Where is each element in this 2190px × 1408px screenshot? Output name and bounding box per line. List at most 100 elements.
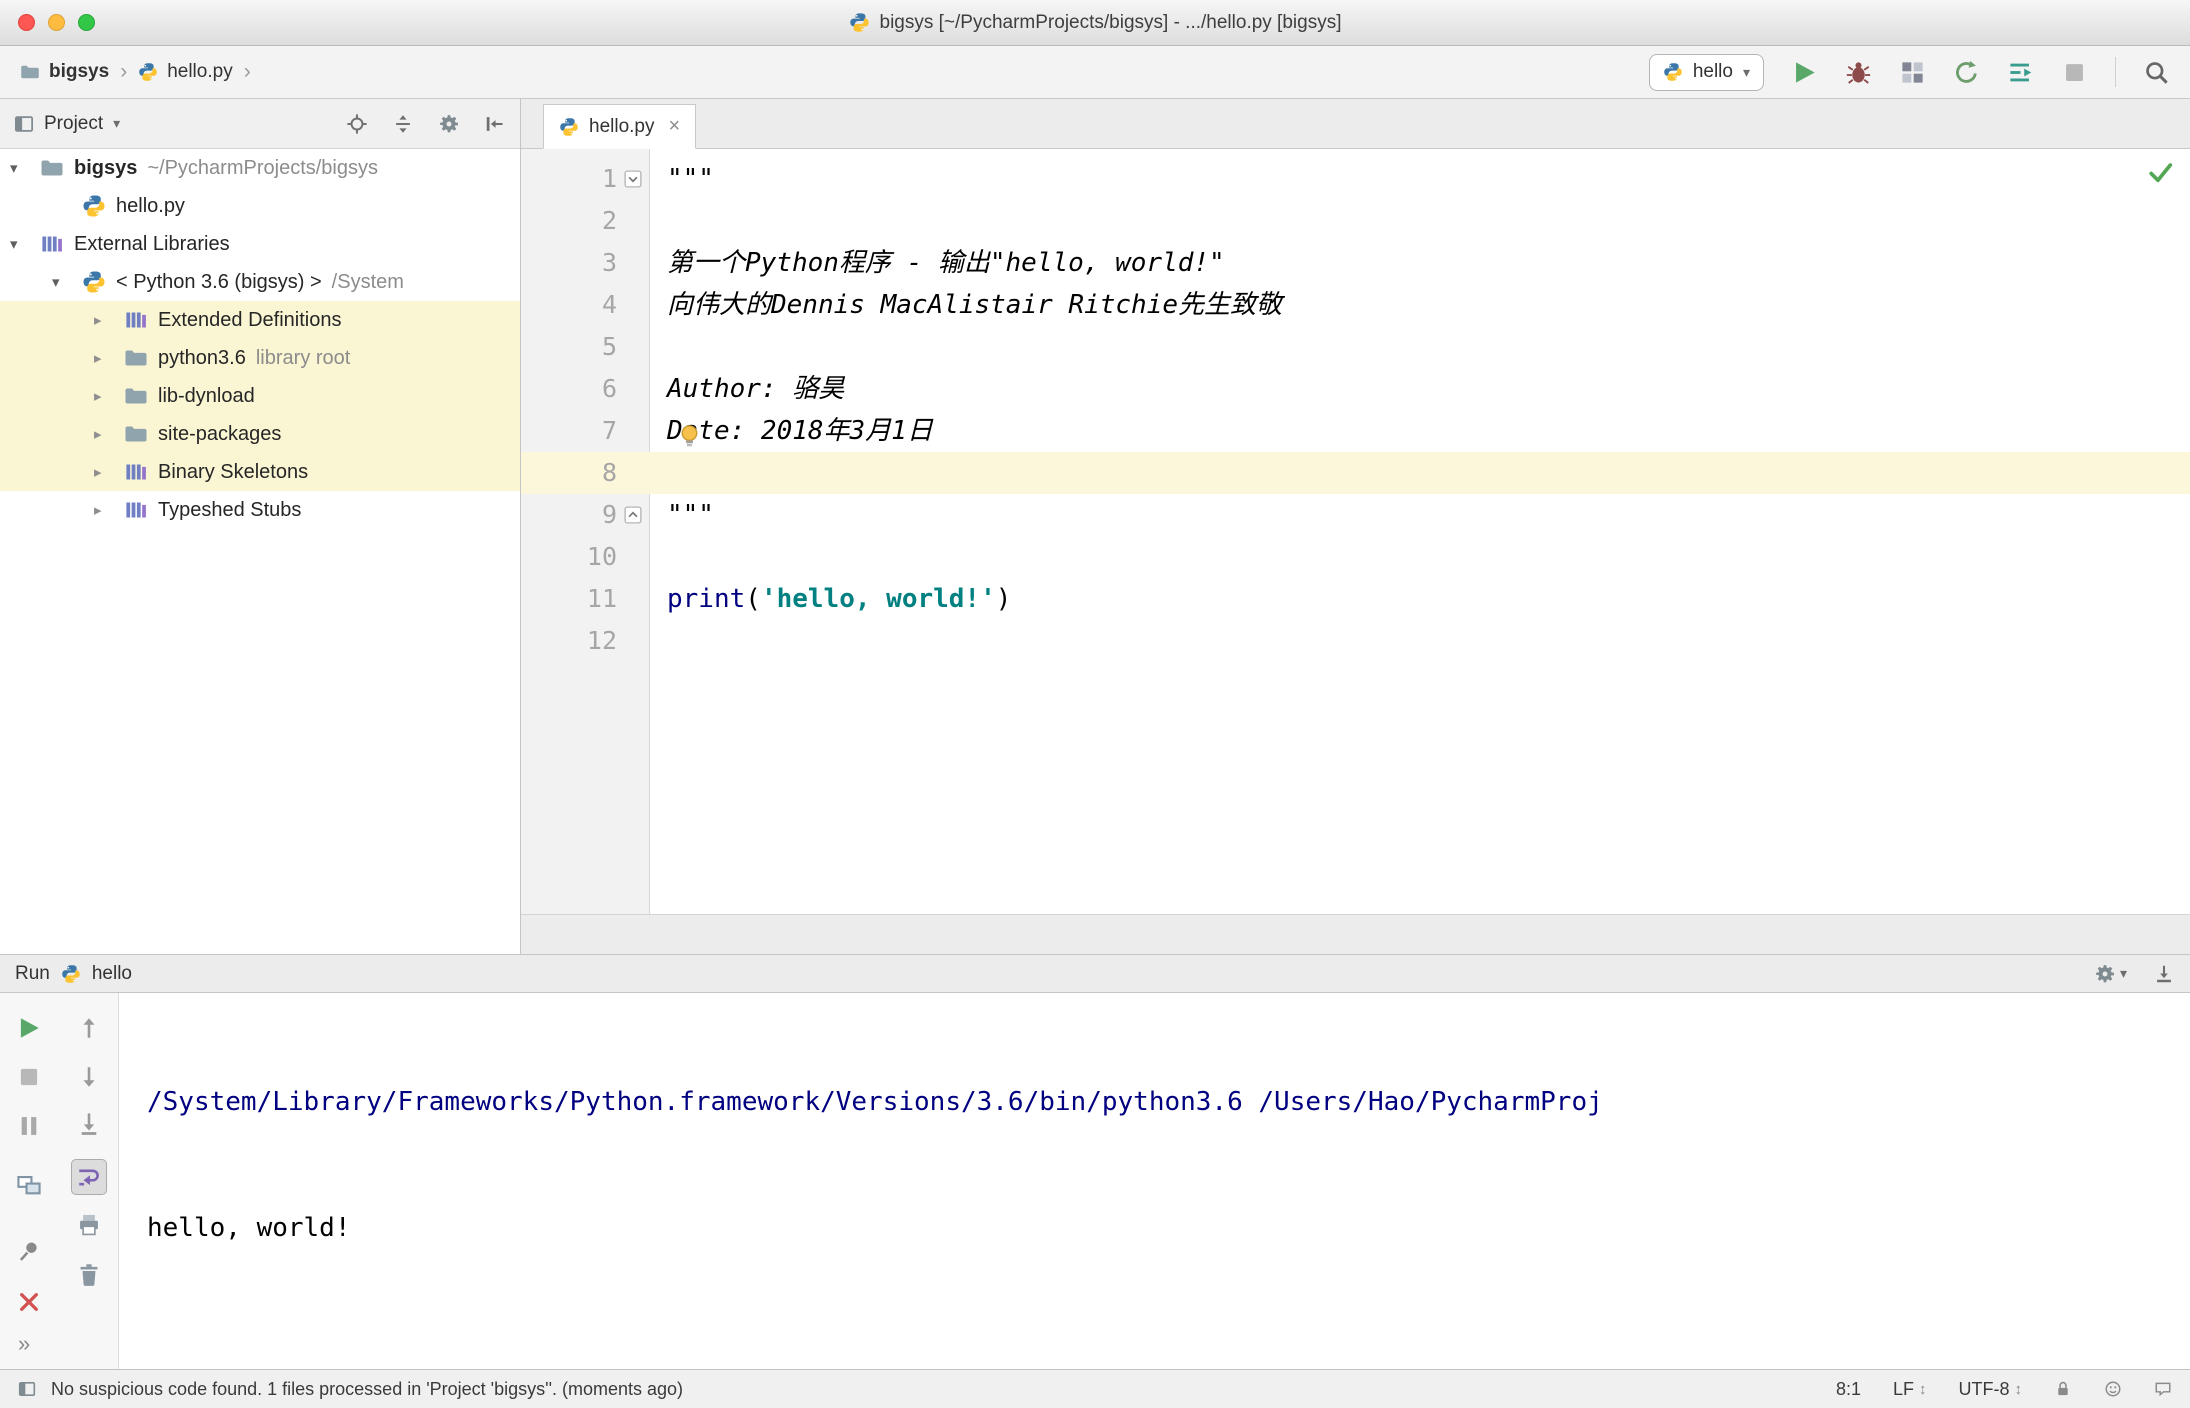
code-line-current[interactable]: 8 [521,452,2190,494]
intention-bulb-icon[interactable] [676,422,703,449]
debug-button[interactable] [1845,59,1872,86]
tree-item-binary-skeletons[interactable]: ▸ Binary Skeletons [0,453,520,491]
project-panel-header: Project ▾ [0,99,520,149]
folder-icon [124,422,148,446]
restore-layout-button[interactable] [16,1173,42,1199]
zoom-window-button[interactable] [78,14,95,31]
chevron-collapsed-icon[interactable]: ▸ [94,311,124,329]
project-tree: ▾ bigsys ~/PycharmProjects/bigsys hello.… [0,149,520,954]
tree-item-bigsys[interactable]: ▾ bigsys ~/PycharmProjects/bigsys [0,149,520,187]
tab-label: hello.py [589,115,655,137]
fold-region-start-icon[interactable] [624,170,642,188]
chevron-expanded-icon[interactable]: ▾ [10,235,40,253]
console-toolbar: » [0,993,119,1369]
code-line[interactable]: 11 print('hello, world!') [521,578,2190,620]
breadcrumb: bigsys › hello.py › [20,60,253,84]
run-panel-config[interactable]: hello [92,963,132,985]
project-settings-button[interactable] [438,113,460,135]
code-line[interactable]: 1 """ [521,158,2190,200]
code-line[interactable]: 9 """ [521,494,2190,536]
updown-arrows-icon: ↕ [1919,1380,1927,1398]
scroll-to-end-button[interactable] [76,1111,102,1137]
chevron-collapsed-icon[interactable]: ▸ [94,387,124,405]
chevron-expanded-icon[interactable]: ▾ [52,273,82,291]
window-title: bigsys [~/PycharmProjects/bigsys] - .../… [879,11,1342,33]
file-encoding-selector[interactable]: UTF-8 ↕ [1959,1379,2023,1400]
soft-wrap-button[interactable] [71,1159,107,1195]
stop-button[interactable] [2061,59,2088,86]
search-everywhere-button[interactable] [2143,59,2170,86]
close-tab-icon[interactable]: × [669,115,681,138]
coverage-button[interactable] [1899,59,1926,86]
close-window-button[interactable] [18,14,35,31]
console-settings-button[interactable]: ▾ [2094,963,2127,985]
readonly-lock-icon[interactable] [2054,1380,2072,1398]
down-stack-trace-button[interactable] [76,1064,102,1090]
collapse-all-button[interactable] [392,113,414,135]
fold-region-end-icon[interactable] [624,506,642,524]
up-stack-trace-button[interactable] [76,1015,102,1041]
code-line[interactable]: 3 第一个Python程序 - 输出"hello, world!" [521,242,2190,284]
breadcrumb-project[interactable]: bigsys [49,61,109,83]
pin-tab-button[interactable] [16,1238,42,1264]
profiler-button[interactable] [1953,59,1980,86]
python-icon [849,12,870,33]
code-line[interactable]: 12 [521,620,2190,662]
run-config-selector[interactable]: hello ▾ [1648,53,1764,91]
statusbar: No suspicious code found. 1 files proces… [0,1369,2190,1408]
hide-project-panel-button[interactable] [484,113,506,135]
run-panel-title: Run [15,962,50,984]
pause-output-button[interactable] [16,1113,42,1139]
pycharm-window: bigsys [~/PycharmProjects/bigsys] - .../… [0,0,2190,1408]
inspection-status-message: No suspicious code found. 1 files proces… [51,1378,684,1399]
chevron-right-icon: › [243,60,251,83]
close-console-button[interactable] [16,1289,42,1315]
tree-item-site-packages[interactable]: ▸ site-packages [0,415,520,453]
event-log-icon[interactable] [2154,1380,2172,1398]
tree-item-python3-6-library-root[interactable]: ▸ python3.6 library root [0,339,520,377]
tab-hello-py[interactable]: hello.py × [543,104,697,149]
tree-item-external-libraries[interactable]: ▾ External Libraries [0,225,520,263]
console-line: hello, world! [147,1213,351,1243]
chevron-collapsed-icon[interactable]: ▸ [94,425,124,443]
code-line[interactable]: 7 Date: 2018年3月1日 [521,410,2190,452]
chevron-collapsed-icon[interactable]: ▸ [94,501,124,519]
minimize-window-button[interactable] [48,14,65,31]
cursor-position[interactable]: 8:1 [1836,1379,1861,1400]
console-output[interactable]: /System/Library/Frameworks/Python.framew… [119,993,2190,1369]
line-separator-selector[interactable]: LF ↕ [1893,1379,1927,1400]
inspections-ok-icon[interactable] [2147,159,2174,186]
run-button[interactable] [1791,59,1818,86]
editor-scrollbar-area[interactable] [521,914,2190,954]
run-panel-header: Run hello ▾ [0,954,2190,993]
tree-item-extended-definitions[interactable]: ▸ Extended Definitions [0,301,520,339]
chevron-collapsed-icon[interactable]: ▸ [94,463,124,481]
titlebar: bigsys [~/PycharmProjects/bigsys] - .../… [0,0,2190,46]
clear-console-button[interactable] [76,1262,102,1288]
tree-item-lib-dynload[interactable]: ▸ lib-dynload [0,377,520,415]
library-icon [124,498,148,522]
code-line[interactable]: 10 [521,536,2190,578]
code-line[interactable]: 4 向伟大的Dennis MacAlistair Ritchie先生致敬 [521,284,2190,326]
more-options-button[interactable]: » [18,1331,30,1357]
project-view-selector[interactable]: Project [44,113,103,135]
print-console-button[interactable] [76,1212,102,1238]
locate-file-button[interactable] [346,113,368,135]
toolwindow-switcher-icon[interactable] [18,1380,36,1398]
tree-item-python-3-6[interactable]: ▾ < Python 3.6 (bigsys) > /System [0,263,520,301]
breadcrumb-file[interactable]: hello.py [167,61,233,83]
hide-run-panel-button[interactable] [2153,963,2175,985]
tree-item-hello-py[interactable]: hello.py [0,187,520,225]
code-line[interactable]: 5 [521,326,2190,368]
dump-threads-button[interactable] [2007,59,2034,86]
tree-item-typeshed-stubs[interactable]: ▸ Typeshed Stubs [0,491,520,529]
hector-inspector-icon[interactable] [2104,1380,2122,1398]
chevron-collapsed-icon[interactable]: ▸ [94,349,124,367]
rerun-button[interactable] [16,1015,42,1041]
chevron-expanded-icon[interactable]: ▾ [10,159,40,177]
code-line[interactable]: 6 Author: 骆昊 [521,368,2190,410]
stop-process-button[interactable] [16,1064,42,1090]
run-config-label: hello [1692,61,1733,82]
code-line[interactable]: 2 [521,200,2190,242]
code-editor[interactable]: 1 """ 2 3 第一个Python程序 - 输出"hello, world!… [521,149,2190,914]
